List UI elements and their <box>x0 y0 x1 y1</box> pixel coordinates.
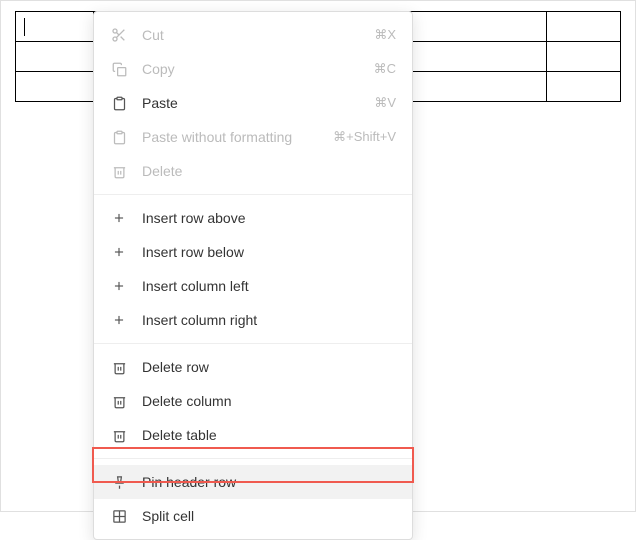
menu-shortcut: ⌘V <box>374 95 396 111</box>
trash-icon <box>110 426 128 444</box>
menu-paste-plain[interactable]: Paste without formatting ⌘+Shift+V <box>94 120 412 154</box>
menu-insert-row-below[interactable]: Insert row below <box>94 235 412 269</box>
table-cell[interactable] <box>547 12 621 42</box>
copy-icon <box>110 60 128 78</box>
trash-icon <box>110 392 128 410</box>
plus-icon <box>110 277 128 295</box>
menu-delete-column[interactable]: Delete column <box>94 384 412 418</box>
menu-delete-table[interactable]: Delete table <box>94 418 412 452</box>
plus-icon <box>110 243 128 261</box>
trash-icon <box>110 162 128 180</box>
split-icon <box>110 507 128 525</box>
table-cell[interactable] <box>547 72 621 102</box>
menu-label: Insert row above <box>142 210 396 226</box>
menu-insert-col-right[interactable]: Insert column right <box>94 303 412 337</box>
menu-copy[interactable]: Copy ⌘C <box>94 52 412 86</box>
menu-label: Split cell <box>142 508 396 524</box>
menu-label: Copy <box>142 61 374 77</box>
menu-label: Cut <box>142 27 374 43</box>
clipboard-plain-icon <box>110 128 128 146</box>
menu-label: Insert column left <box>142 278 396 294</box>
menu-label: Pin header row <box>142 474 396 490</box>
menu-label: Delete column <box>142 393 396 409</box>
plus-icon <box>110 209 128 227</box>
menu-paste[interactable]: Paste ⌘V <box>94 86 412 120</box>
menu-insert-col-left[interactable]: Insert column left <box>94 269 412 303</box>
menu-label: Insert column right <box>142 312 396 328</box>
table-cell-active[interactable] <box>16 12 94 42</box>
menu-delete-row[interactable]: Delete row <box>94 350 412 384</box>
table-cell[interactable] <box>16 72 94 102</box>
menu-label: Insert row below <box>142 244 396 260</box>
menu-label: Paste without formatting <box>142 129 333 145</box>
menu-separator <box>94 458 412 459</box>
menu-label: Delete row <box>142 359 396 375</box>
text-cursor <box>24 18 25 36</box>
menu-separator <box>94 343 412 344</box>
trash-icon <box>110 358 128 376</box>
table-cell[interactable] <box>547 42 621 72</box>
plus-icon <box>110 311 128 329</box>
menu-cut[interactable]: Cut ⌘X <box>94 18 412 52</box>
menu-label: Paste <box>142 95 374 111</box>
menu-separator <box>94 194 412 195</box>
menu-shortcut: ⌘+Shift+V <box>333 129 396 145</box>
menu-pin-header-row[interactable]: Pin header row <box>94 465 412 499</box>
menu-delete[interactable]: Delete <box>94 154 412 188</box>
menu-shortcut: ⌘C <box>374 61 396 77</box>
table-cell[interactable] <box>16 42 94 72</box>
menu-split-cell[interactable]: Split cell <box>94 499 412 533</box>
menu-label: Delete table <box>142 427 396 443</box>
clipboard-icon <box>110 94 128 112</box>
context-menu: Cut ⌘X Copy ⌘C Paste ⌘V Paste without fo… <box>93 11 413 540</box>
menu-label: Delete <box>142 163 396 179</box>
menu-insert-row-above[interactable]: Insert row above <box>94 201 412 235</box>
pin-icon <box>110 473 128 491</box>
menu-shortcut: ⌘X <box>374 27 396 43</box>
scissors-icon <box>110 26 128 44</box>
